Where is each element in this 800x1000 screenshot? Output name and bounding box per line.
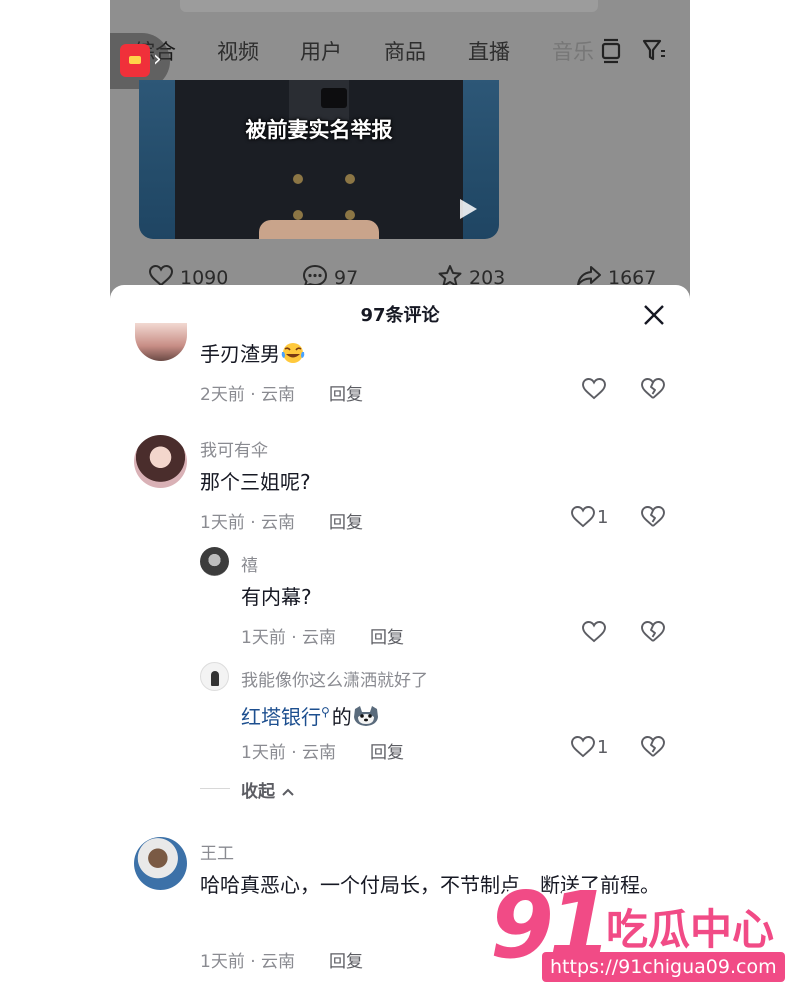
heart-outline-icon	[582, 378, 606, 400]
reply-username[interactable]: 禧	[241, 551, 258, 576]
like-button[interactable]: 1	[570, 505, 608, 533]
search-bar[interactable]	[180, 0, 598, 12]
comment-username[interactable]: 我可有伞	[200, 436, 268, 461]
comment-meta: 1天前 · 云南	[200, 952, 296, 972]
play-icon[interactable]	[457, 197, 479, 225]
avatar[interactable]	[135, 323, 187, 361]
reply-username[interactable]: 我能像你这么潇洒就好了	[241, 666, 428, 691]
reply-button[interactable]: 回复	[329, 947, 363, 972]
chevron-up-icon	[282, 788, 294, 796]
microphone	[321, 88, 347, 108]
filter-icon[interactable]	[642, 38, 666, 66]
avatar[interactable]	[200, 662, 229, 691]
reply-text: 红塔银行⚲ 的	[241, 697, 378, 732]
red-envelope-icon	[120, 44, 150, 77]
video-caption: 被前妻实名举报	[245, 117, 393, 142]
tab-layout-icon[interactable]	[600, 38, 622, 68]
search-link[interactable]: 红塔银行	[241, 705, 321, 729]
laughing-crying-emoji-icon	[280, 342, 306, 364]
like-button[interactable]: 1	[570, 735, 608, 763]
tab-users[interactable]: 用户	[300, 36, 342, 66]
site-watermark: 91 吃瓜中心 https://91chigua09.com	[490, 872, 790, 986]
collapse-replies-button[interactable]: 收起	[241, 777, 295, 802]
comments-title: 97条评论	[360, 305, 440, 326]
chevron-right-icon: ›	[153, 47, 162, 72]
search-mini-icon: ⚲	[321, 705, 330, 719]
broken-heart-icon[interactable]	[640, 505, 666, 533]
comment-text: 那个三姐呢?	[200, 470, 311, 494]
tab-live[interactable]: 直播	[468, 36, 510, 66]
comment-meta: 1天前 · 云南	[200, 513, 296, 533]
tab-music[interactable]: 音乐	[552, 36, 596, 66]
tab-products[interactable]: 商品	[384, 36, 426, 66]
avatar[interactable]	[134, 435, 187, 488]
tab-video[interactable]: 视频	[217, 36, 259, 66]
broken-heart-icon[interactable]	[640, 735, 666, 763]
phone-screen: 综合 视频 用户 商品 直播 音乐 › 被前妻实名举报	[110, 0, 690, 1000]
close-icon[interactable]	[640, 301, 668, 329]
video-thumbnail[interactable]: 被前妻实名举报	[139, 80, 499, 239]
like-button[interactable]	[581, 620, 608, 648]
broken-heart-icon[interactable]	[640, 620, 666, 648]
comment-meta: 2天前 · 云南	[200, 385, 296, 405]
reply-meta: 1天前 · 云南	[241, 743, 337, 763]
broken-heart-icon[interactable]	[640, 377, 666, 405]
reply-button[interactable]: 回复	[370, 623, 404, 648]
comment-text: 手刃渣男	[200, 339, 306, 369]
comment-username[interactable]: 王工	[200, 839, 234, 864]
background-search-results: 综合 视频 用户 商品 直播 音乐 › 被前妻实名举报	[110, 0, 690, 300]
reply-button[interactable]: 回复	[370, 738, 404, 763]
reply-text: 有内幕?	[241, 585, 312, 609]
heart-outline-icon	[571, 736, 595, 758]
heart-outline-icon	[582, 621, 606, 643]
reply-meta: 1天前 · 云南	[241, 628, 337, 648]
watermark-brand: 吃瓜中心	[606, 905, 775, 954]
heart-outline-icon	[571, 506, 595, 528]
reply-button[interactable]: 回复	[329, 380, 363, 405]
avatar[interactable]	[134, 837, 187, 890]
watermark-url: https://91chigua09.com	[542, 952, 785, 982]
husky-emoji-icon	[352, 705, 378, 727]
avatar[interactable]	[200, 547, 229, 576]
reply-button[interactable]: 回复	[329, 508, 363, 533]
search-tabs: 综合 视频 用户 商品 直播 音乐	[110, 30, 690, 72]
collapse-divider	[200, 788, 230, 789]
like-button[interactable]	[581, 377, 608, 405]
